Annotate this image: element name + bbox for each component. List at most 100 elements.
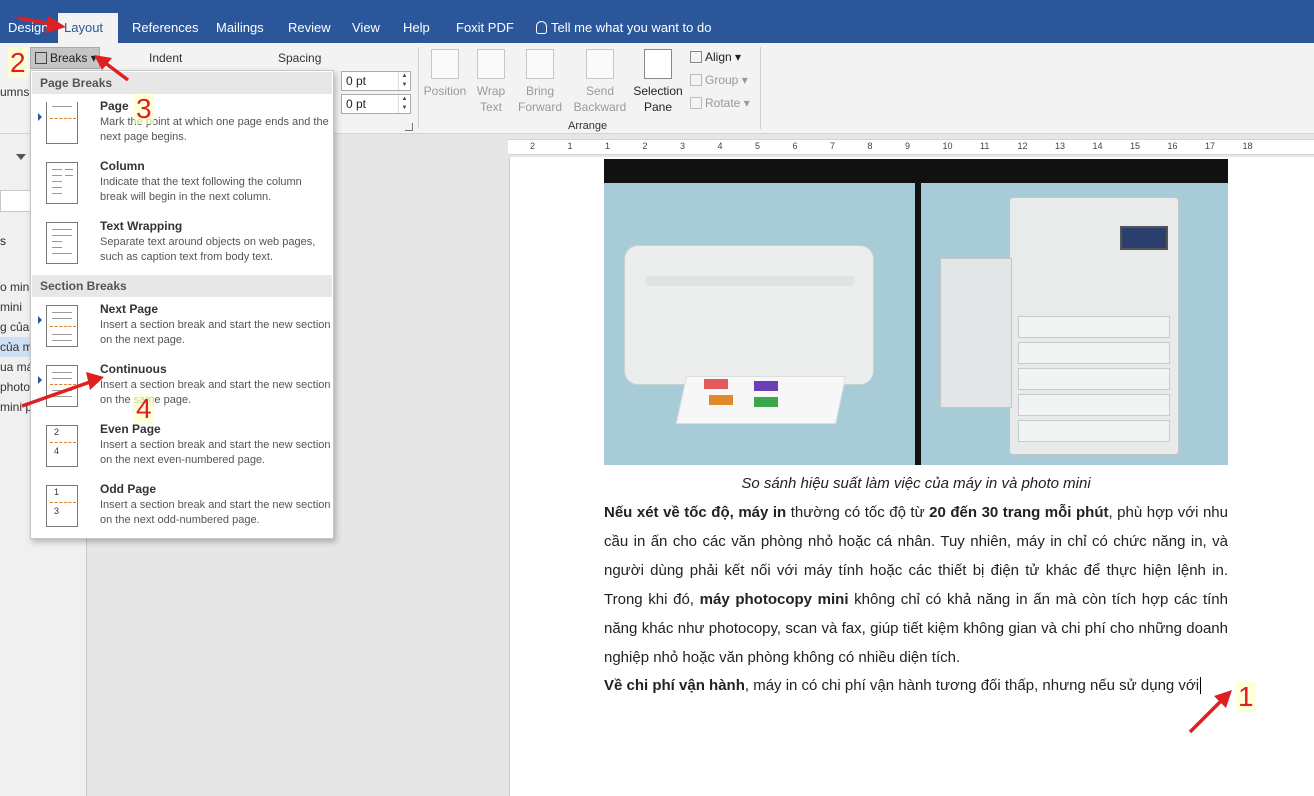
- spin-arrows-icon[interactable]: ▲ ▼: [398, 72, 410, 90]
- bring-forward-label-2: Forward: [517, 100, 562, 114]
- step-number-1: 1: [1236, 681, 1256, 712]
- rotate-label: Rotate: [705, 96, 741, 110]
- tab-view[interactable]: View: [346, 13, 386, 43]
- spacing-label: Spacing: [278, 51, 322, 65]
- position-button[interactable]: Position: [422, 49, 468, 99]
- ruler-tick-label: 8: [867, 141, 873, 151]
- figure-caption: So sánh hiệu suất làm việc của máy in và…: [741, 475, 1091, 492]
- columns-button[interactable]: umns: [0, 85, 29, 99]
- indent-label: Indent: [149, 51, 183, 65]
- menu-item-description: Insert a section break and start the new…: [100, 319, 331, 346]
- selection-pane-button[interactable]: Selection Pane: [633, 49, 683, 115]
- tab-references[interactable]: References: [126, 13, 204, 43]
- horizontal-ruler[interactable]: 2 1 1 2 3 4 5 6 7 8 9 10 11 12 13 14 15 16 17 18: [508, 139, 1314, 155]
- wrap-text-label-1: Wrap: [476, 84, 506, 98]
- odd-icon-number: 1: [54, 487, 60, 497]
- menu-item-text-wrapping[interactable]: Text Wrapping Separate text around objec…: [32, 219, 332, 277]
- odd-page-break-icon: 1 3: [46, 485, 78, 527]
- wrap-text-label-2: Text: [479, 100, 502, 114]
- odd-icon-number: 3: [54, 506, 60, 516]
- tab-foxit-pdf[interactable]: Foxit PDF: [450, 13, 520, 43]
- position-label: Position: [423, 84, 467, 98]
- spacing-before-input[interactable]: 0 pt ▲ ▼: [341, 71, 411, 91]
- selection-pane-label-1: Selection: [633, 84, 683, 98]
- ruler-tick-label: 11: [980, 141, 990, 151]
- bring-forward-label-1: Bring: [525, 84, 554, 98]
- menu-item-odd-page[interactable]: 1 3 Odd Page Insert a section break and …: [32, 482, 332, 540]
- rotate-button[interactable]: Rotate ▾: [690, 93, 750, 113]
- menu-item-column-break[interactable]: Column Indicate that the text following …: [32, 159, 332, 217]
- paragraph-cost[interactable]: Về chi phí vận hành, máy in có chi phí v…: [604, 671, 1228, 700]
- next-page-break-icon: [46, 305, 78, 347]
- send-backward-button[interactable]: Send Backward: [570, 49, 630, 115]
- menu-item-next-page[interactable]: Next Page Insert a section break and sta…: [32, 302, 332, 360]
- ruler-tick-label: 4: [717, 141, 723, 151]
- menu-item-description: Insert a section break and start the new…: [100, 439, 331, 466]
- text-cursor: [1200, 677, 1202, 694]
- menu-item-description: Indicate that the text following the col…: [100, 176, 302, 203]
- ruler-tick-label: 10: [942, 141, 953, 151]
- breaks-label: Breaks: [50, 51, 88, 65]
- ruler-tick-label: 1: [567, 141, 573, 151]
- paragraph-dialog-launcher-icon[interactable]: [405, 123, 413, 131]
- ruler-tick-label: 7: [830, 141, 836, 151]
- nav-tab-label[interactable]: s: [0, 234, 6, 248]
- menu-item-page-break[interactable]: Page Mark the point at which one page en…: [32, 99, 332, 157]
- even-page-break-icon: 2 4: [46, 425, 78, 467]
- menu-item-title: Page: [100, 99, 129, 113]
- submenu-marker-icon: [38, 113, 42, 121]
- send-backward-label-2: Backward: [573, 100, 627, 114]
- menu-item-title: Column: [100, 159, 145, 173]
- submenu-marker-icon: [38, 376, 42, 384]
- tell-me-search[interactable]: Tell me what you want to do: [530, 13, 717, 43]
- menu-item-description: Insert a section break and start the new…: [100, 499, 331, 526]
- ruler-tick-label: 17: [1205, 141, 1216, 151]
- spacing-after-input[interactable]: 0 pt ▲ ▼: [341, 94, 411, 114]
- ruler-tick-label: 3: [680, 141, 686, 151]
- align-icon: [690, 51, 702, 63]
- tab-mailings[interactable]: Mailings: [210, 13, 270, 43]
- text-wrapping-icon: [46, 222, 78, 264]
- ruler-tick-label: 9: [905, 141, 911, 151]
- rotate-icon: [690, 97, 702, 109]
- align-button[interactable]: Align ▾: [690, 47, 741, 67]
- ruler-tick-label: 14: [1092, 141, 1103, 151]
- group-button[interactable]: Group ▾: [690, 70, 748, 90]
- document-page[interactable]: So sánh hiệu suất làm việc của máy in và…: [509, 157, 1314, 796]
- align-label: Align: [705, 50, 732, 64]
- spin-arrows-icon[interactable]: ▲ ▼: [398, 95, 410, 113]
- chevron-down-icon[interactable]: [16, 154, 26, 160]
- tab-review[interactable]: Review: [282, 13, 337, 43]
- body-text: thường có tốc độ từ: [786, 504, 930, 521]
- page-break-icon: [46, 102, 78, 144]
- breaks-button[interactable]: Breaks ▾: [30, 47, 100, 69]
- bold-text: Nếu xét về tốc độ, máy in: [604, 504, 787, 521]
- paragraph-speed[interactable]: Nếu xét về tốc độ, máy in thường có tốc …: [604, 498, 1228, 672]
- even-icon-number: 4: [54, 446, 60, 456]
- arrange-group-label: Arrange: [568, 120, 608, 132]
- send-backward-label-1: Send: [585, 84, 615, 98]
- menu-item-even-page[interactable]: 2 4 Even Page Insert a section break and…: [32, 422, 332, 480]
- page-breaks-header: Page Breaks: [32, 72, 332, 94]
- even-icon-number: 2: [54, 427, 60, 437]
- ruler-tick-label: 18: [1242, 141, 1253, 151]
- menu-item-title: Even Page: [100, 422, 161, 436]
- ruler-tick-label: 16: [1167, 141, 1178, 151]
- spacing-before-value: 0 pt: [346, 74, 367, 88]
- comparison-image: [604, 159, 1228, 465]
- breaks-icon: [35, 52, 47, 64]
- tab-layout[interactable]: Layout: [58, 13, 118, 43]
- tab-design[interactable]: Design: [2, 13, 54, 43]
- group-separator: [418, 47, 419, 129]
- group-separator: [760, 47, 761, 129]
- bring-forward-button[interactable]: Bring Forward: [513, 49, 567, 115]
- spacing-after-value: 0 pt: [346, 97, 367, 111]
- body-text: , máy in có chi phí vận hành tương đối t…: [744, 677, 1200, 694]
- ruler-tick-label: 15: [1130, 141, 1141, 151]
- wrap-text-button[interactable]: Wrap Text: [472, 49, 510, 115]
- tab-help[interactable]: Help: [397, 13, 436, 43]
- menu-item-description: Separate text around objects on web page…: [100, 236, 316, 263]
- menu-item-continuous[interactable]: Continuous Insert a section break and st…: [32, 362, 332, 420]
- group-icon: [690, 74, 702, 86]
- send-backward-icon: [586, 49, 614, 79]
